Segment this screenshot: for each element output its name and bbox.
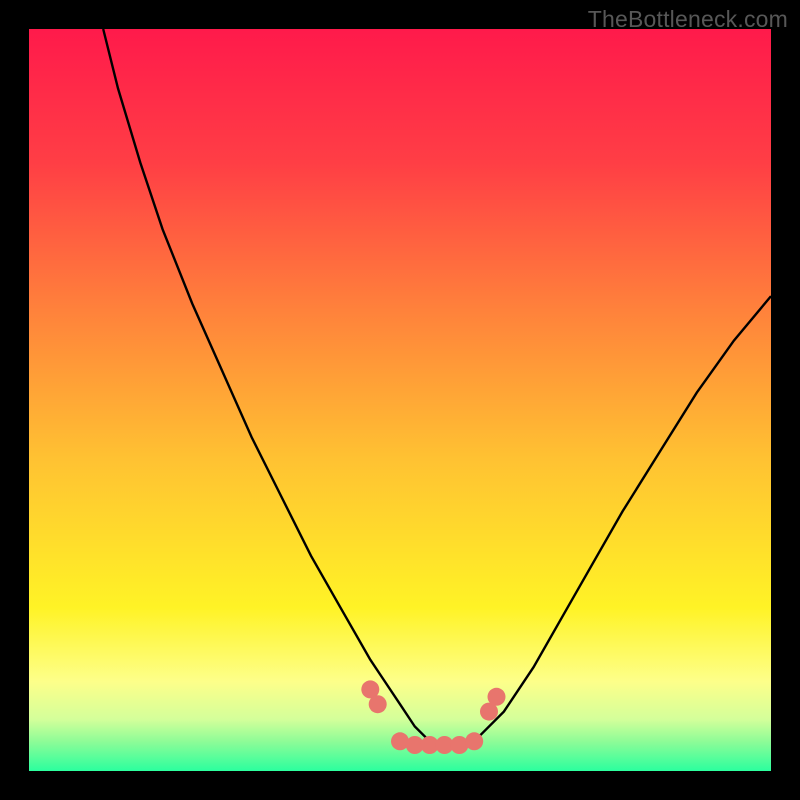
marker-group [361, 680, 505, 754]
chart-frame: TheBottleneck.com [0, 0, 800, 800]
plot-area [29, 29, 771, 771]
bottleneck-chart [29, 29, 771, 771]
marker-point [369, 695, 387, 713]
marker-point [488, 688, 506, 706]
marker-point [465, 732, 483, 750]
bottleneck-curve [103, 29, 771, 749]
watermark-text: TheBottleneck.com [588, 6, 788, 33]
